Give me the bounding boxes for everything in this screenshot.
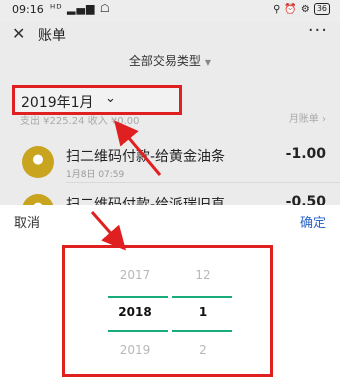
transaction-title: 扫二维码付款-给派瑞旧直 xyxy=(66,197,226,205)
month-select-line-bottom xyxy=(172,330,232,332)
status-bar: 09:16 ᴴᴰ ▂▄▆ ☖ ⚲ ⏰ ⚙ 36 xyxy=(0,0,340,22)
status-time: 09:16 xyxy=(12,3,44,16)
confirm-button[interactable]: 确定 xyxy=(300,212,326,231)
alarm-icon: ⏰ xyxy=(284,3,297,15)
month-label: 2019年1月 xyxy=(21,95,94,111)
transaction-type-filter[interactable]: 全部交易类型 ▼ xyxy=(0,52,340,69)
year-select-line-bottom xyxy=(108,330,168,332)
monthly-statement-link[interactable]: 月账单 › xyxy=(289,110,326,125)
caret-down-icon: ▼ xyxy=(204,58,212,67)
transaction-title: 扫二维码付款-给黄金油条 xyxy=(66,149,226,165)
date-picker-sheet: 取消 确定 2017 2018 2019 12 1 2 xyxy=(0,205,340,380)
month-selector[interactable]: 2019年1月 ⌄ xyxy=(12,85,182,115)
month-select-line-top xyxy=(172,296,232,298)
row-divider xyxy=(66,182,340,183)
settings-icon: ⚙ xyxy=(300,3,310,15)
month-option[interactable]: 2 xyxy=(173,343,233,357)
transaction-row[interactable]: ● 扫二维码付款-给黄金油条 1月8日 07:59 -1.00 xyxy=(0,140,340,186)
year-option[interactable]: 2019 xyxy=(105,343,165,357)
transaction-amount: -0.50 xyxy=(285,194,326,205)
page-title: 账单 xyxy=(38,28,66,44)
transaction-row[interactable]: ● 扫二维码付款-给派瑞旧直 -0.50 xyxy=(0,188,340,205)
month-option-selected[interactable]: 1 xyxy=(173,305,233,319)
bill-page-background: 09:16 ᴴᴰ ▂▄▆ ☖ ⚲ ⏰ ⚙ 36 ✕ 账单 ··· 全部交易类型 ▼… xyxy=(0,0,340,205)
month-summary: 支出 ¥225.24 收入 ¥0.00 xyxy=(20,116,140,127)
date-picker-wheels[interactable]: 2017 2018 2019 12 1 2 xyxy=(62,245,273,377)
coin-icon: ● xyxy=(22,194,54,205)
more-icon[interactable]: ··· xyxy=(308,20,328,41)
year-select-line-top xyxy=(108,296,168,298)
cancel-button[interactable]: 取消 xyxy=(14,212,40,231)
year-option[interactable]: 2017 xyxy=(105,268,165,282)
transaction-date: 1月8日 07:59 xyxy=(66,170,125,180)
filter-label: 全部交易类型 xyxy=(128,54,201,68)
coin-icon: ● xyxy=(22,146,54,178)
signal-icon: ᴴᴰ ▂▄▆ ☖ xyxy=(50,2,111,15)
battery-icon: 36 xyxy=(313,3,330,15)
month-option[interactable]: 12 xyxy=(173,268,233,282)
nav-bar: ✕ 账单 ··· xyxy=(0,20,340,48)
year-option-selected[interactable]: 2018 xyxy=(105,305,165,319)
transaction-amount: -1.00 xyxy=(285,146,326,162)
nfc-icon: ⚲ xyxy=(273,3,281,15)
chevron-down-icon: ⌄ xyxy=(105,91,116,106)
close-icon[interactable]: ✕ xyxy=(12,24,25,43)
